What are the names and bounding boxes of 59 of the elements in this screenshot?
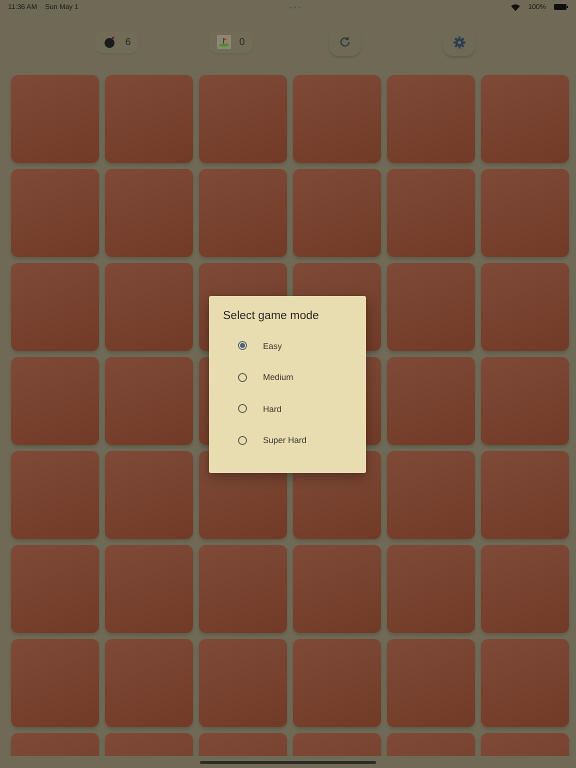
mode-label: Super Hard (263, 435, 306, 446)
tile[interactable] (199, 169, 287, 257)
tile[interactable] (105, 451, 193, 539)
tile[interactable] (387, 75, 475, 163)
tile[interactable] (11, 639, 99, 727)
dialog-title: Select game mode (223, 310, 320, 322)
tile[interactable] (481, 169, 569, 257)
bomb-icon (103, 35, 118, 49)
tile[interactable] (481, 451, 569, 539)
radio-button[interactable] (238, 372, 247, 382)
tile[interactable] (387, 545, 475, 633)
mode-option[interactable]: Hard (223, 393, 366, 424)
tile[interactable] (387, 451, 475, 539)
tile[interactable] (293, 639, 381, 727)
settings-icon (452, 36, 466, 48)
tile[interactable] (11, 75, 99, 163)
battery-icon (554, 4, 568, 10)
tile[interactable] (11, 451, 99, 539)
refresh-icon (339, 36, 351, 48)
tile[interactable] (105, 357, 193, 445)
tile[interactable] (199, 75, 287, 163)
tile[interactable] (105, 263, 193, 351)
tile[interactable] (199, 639, 287, 727)
tile[interactable] (387, 639, 475, 727)
mode-option[interactable]: Super Hard (223, 424, 366, 456)
tile[interactable] (293, 545, 381, 633)
tile[interactable] (293, 75, 381, 163)
tile[interactable] (481, 75, 569, 163)
radio-button[interactable] (238, 341, 247, 350)
tile[interactable] (11, 263, 99, 351)
tile[interactable] (199, 545, 287, 633)
restart-button[interactable] (329, 28, 361, 56)
tile[interactable] (481, 357, 569, 445)
tile[interactable] (11, 545, 99, 633)
flag-count: 0 (239, 36, 245, 48)
radio-button[interactable] (238, 404, 247, 414)
tile[interactable] (105, 639, 193, 727)
tile[interactable] (481, 639, 569, 727)
tile[interactable] (105, 545, 193, 633)
tile[interactable] (481, 263, 569, 351)
mine-count: 6 (125, 36, 131, 48)
tile[interactable] (11, 357, 99, 445)
mode-label: Medium (263, 372, 294, 382)
tile[interactable] (481, 545, 569, 633)
mode-option[interactable]: Easy (223, 330, 366, 362)
flag-icon (217, 35, 232, 49)
tile[interactable] (387, 263, 475, 351)
mode-option[interactable]: Medium (223, 362, 366, 393)
tile[interactable] (105, 75, 193, 163)
tile[interactable] (105, 169, 193, 257)
settings-button[interactable] (443, 28, 475, 56)
radio-button[interactable] (238, 436, 247, 445)
tile[interactable] (11, 169, 99, 257)
tile[interactable] (387, 169, 475, 257)
wifi-icon (511, 4, 520, 10)
mode-label: Hard (263, 404, 282, 414)
mode-label: Easy (263, 340, 282, 351)
tile[interactable] (387, 357, 475, 445)
tile[interactable] (293, 169, 381, 257)
